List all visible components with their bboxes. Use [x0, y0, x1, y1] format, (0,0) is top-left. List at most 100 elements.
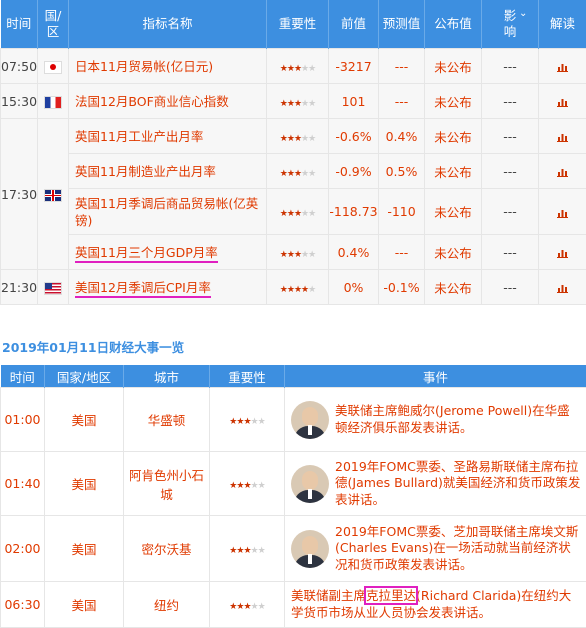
row-actual: 未公布: [425, 49, 482, 84]
row-time: 07:50: [1, 49, 38, 84]
header-importance: 重要性: [267, 0, 329, 49]
row-previous: 0%: [329, 270, 379, 305]
importance-stars: ★★★★★: [280, 99, 315, 109]
event-country: 美国: [45, 516, 124, 582]
row-forecast: -110: [379, 189, 425, 235]
indicator-name[interactable]: 英国11月三个月GDP月率: [69, 235, 267, 270]
indicator-name-text[interactable]: 英国11月制造业产出月率: [75, 164, 216, 179]
row-actual: 未公布: [425, 154, 482, 189]
star-filled-icon: ★: [294, 169, 301, 179]
bar-chart-icon[interactable]: [557, 97, 568, 107]
row-importance: ★★★★★: [267, 49, 329, 84]
event-importance: ★★★★★: [210, 388, 285, 452]
indicator-name[interactable]: 英国11月季调后商品贸易帐(亿英镑): [69, 189, 267, 235]
header-forecast: 预测值: [379, 0, 425, 49]
row-previous: -0.6%: [329, 119, 379, 154]
star-filled-icon: ★: [280, 250, 287, 260]
row-interpret[interactable]: [539, 270, 586, 305]
event-importance: ★★★★★: [210, 582, 285, 628]
row-interpret[interactable]: [539, 84, 586, 119]
evans-avatar: [291, 530, 329, 568]
table-header-row: 时间 国/区 指标名称 重要性 前值 预测值 公布值 影响 ⌄ 解读: [1, 0, 586, 49]
star-empty-icon: ★: [258, 546, 265, 556]
header-interpret: 解读: [539, 0, 586, 49]
indicator-name-text[interactable]: 英国11月季调后商品贸易帐(亿英镑): [75, 196, 258, 228]
event-importance: ★★★★★: [210, 516, 285, 582]
row-forecast: ---: [379, 235, 425, 270]
row-importance: ★★★★★: [267, 84, 329, 119]
star-filled-icon: ★: [243, 417, 250, 427]
calendar-row: 15:30法国12月BOF商业信心指数★★★★★101---未公布---: [1, 84, 586, 119]
star-filled-icon: ★: [243, 546, 250, 556]
star-filled-icon: ★: [243, 481, 250, 491]
event-city: 密尔沃基: [124, 516, 210, 582]
event-city: 华盛顿: [124, 388, 210, 452]
importance-stars: ★★★★★: [280, 209, 315, 219]
star-filled-icon: ★: [287, 285, 294, 295]
usa-flag-icon: [44, 282, 62, 295]
event-city: 纽约: [124, 582, 210, 628]
calendar-row: 英国11月季调后商品贸易帐(亿英镑)★★★★★-118.73-110未公布---: [1, 189, 586, 235]
star-filled-icon: ★: [294, 285, 301, 295]
star-empty-icon: ★: [308, 99, 315, 109]
star-empty-icon: ★: [258, 417, 265, 427]
bar-chart-icon[interactable]: [557, 132, 568, 142]
header-impact[interactable]: 影响 ⌄: [482, 0, 539, 49]
star-filled-icon: ★: [280, 169, 287, 179]
row-forecast: ---: [379, 84, 425, 119]
row-interpret[interactable]: [539, 189, 586, 235]
row-actual: 未公布: [425, 270, 482, 305]
row-time: 21:30: [1, 270, 38, 305]
row-interpret[interactable]: [539, 154, 586, 189]
star-empty-icon: ★: [258, 481, 265, 491]
row-impact: ---: [482, 189, 539, 235]
indicator-name-text[interactable]: 英国11月三个月GDP月率: [75, 245, 218, 263]
star-filled-icon: ★: [280, 99, 287, 109]
indicator-name-text[interactable]: 日本11月贸易帐(亿日元): [75, 59, 213, 74]
calendar-row: 英国11月三个月GDP月率★★★★★0.4%---未公布---: [1, 235, 586, 270]
event-country: 美国: [45, 388, 124, 452]
bar-chart-icon[interactable]: [557, 62, 568, 72]
importance-stars: ★★★★★: [229, 546, 264, 556]
calendar-row: 21:30美国12月季调后CPI月率★★★★★0%-0.1%未公布---: [1, 270, 586, 305]
bar-chart-icon[interactable]: [557, 167, 568, 177]
indicator-name-text[interactable]: 英国11月工业产出月率: [75, 129, 203, 144]
japan-flag-icon: [44, 61, 62, 74]
france-flag-icon: [44, 96, 62, 109]
indicator-name-text[interactable]: 美国12月季调后CPI月率: [75, 280, 211, 298]
row-importance: ★★★★★: [267, 119, 329, 154]
events-header-event: 事件: [285, 365, 586, 388]
indicator-name[interactable]: 美国12月季调后CPI月率: [69, 270, 267, 305]
indicator-name[interactable]: 英国11月制造业产出月率: [69, 154, 267, 189]
importance-stars: ★★★★★: [280, 134, 315, 144]
events-section-title: 2019年01月11日财经大事一览: [2, 337, 184, 356]
star-filled-icon: ★: [294, 209, 301, 219]
row-importance: ★★★★★: [267, 154, 329, 189]
row-interpret[interactable]: [539, 49, 586, 84]
indicator-name[interactable]: 日本11月贸易帐(亿日元): [69, 49, 267, 84]
bar-chart-icon[interactable]: [557, 208, 568, 218]
row-previous: -3217: [329, 49, 379, 84]
event-text: 美联储副主席克拉里达(Richard Clarida)在纽约大学货币市场从业人员…: [291, 588, 582, 621]
header-country-label: 国/区: [44, 8, 62, 40]
bar-chart-icon[interactable]: [557, 248, 568, 258]
row-impact: ---: [482, 84, 539, 119]
event-row: 06:30美国纽约★★★★★美联储副主席克拉里达(Richard Clarida…: [1, 582, 586, 628]
star-empty-icon: ★: [308, 250, 315, 260]
row-interpret[interactable]: [539, 235, 586, 270]
row-actual: 未公布: [425, 119, 482, 154]
indicator-name[interactable]: 法国12月BOF商业信心指数: [69, 84, 267, 119]
row-interpret[interactable]: [539, 119, 586, 154]
bar-chart-icon[interactable]: [557, 283, 568, 293]
importance-stars: ★★★★★: [280, 250, 315, 260]
star-filled-icon: ★: [287, 250, 294, 260]
indicator-name-text[interactable]: 法国12月BOF商业信心指数: [75, 94, 229, 109]
calendar-row: 英国11月制造业产出月率★★★★★-0.9%0.5%未公布---: [1, 154, 586, 189]
event-description: 美联储主席鲍威尔(Jerome Powell)在华盛顿经济俱乐部发表讲话。: [285, 388, 586, 452]
importance-stars: ★★★★★: [229, 481, 264, 491]
chevron-down-icon[interactable]: ⌄: [519, 6, 527, 22]
importance-stars: ★★★★★: [280, 285, 315, 295]
star-filled-icon: ★: [287, 209, 294, 219]
star-empty-icon: ★: [251, 602, 258, 612]
indicator-name[interactable]: 英国11月工业产出月率: [69, 119, 267, 154]
